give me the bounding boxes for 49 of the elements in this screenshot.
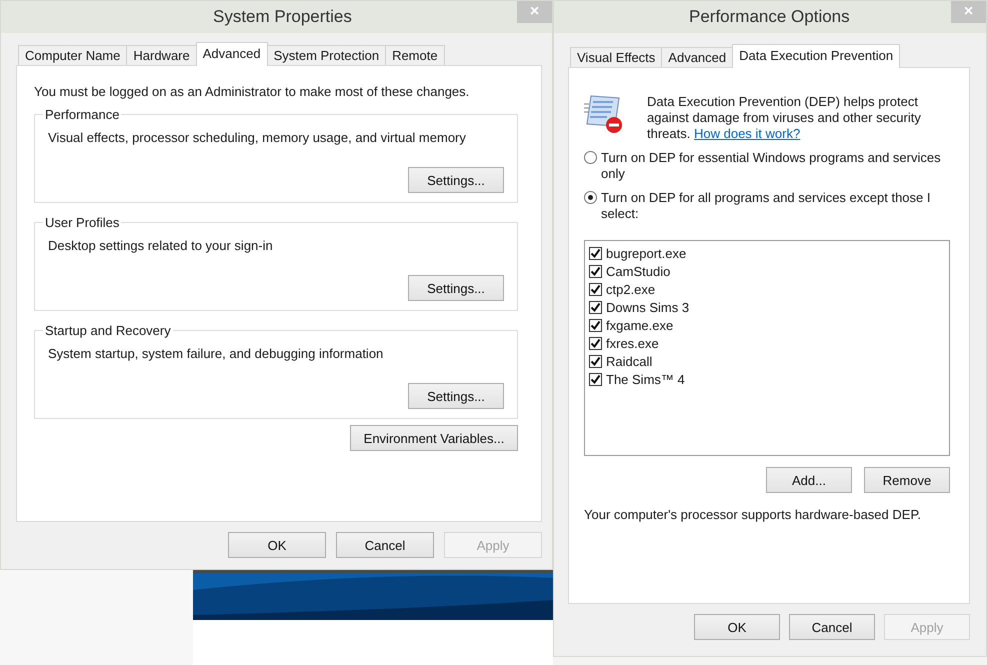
checkbox[interactable]	[589, 354, 602, 368]
checkbox[interactable]	[589, 336, 602, 350]
radio-label: Turn on DEP for essential Windows programs and services only	[601, 150, 941, 182]
dialog-button[interactable]: Cancel	[336, 532, 434, 558]
checkbox[interactable]	[589, 318, 602, 332]
tab[interactable]: Remote	[385, 45, 445, 65]
settings-button[interactable]: Settings...	[408, 167, 504, 193]
tab[interactable]: Advanced	[196, 42, 268, 66]
tab[interactable]: Computer Name	[18, 45, 128, 65]
list-button[interactable]: Remove	[864, 467, 950, 493]
checkbox[interactable]	[589, 246, 602, 260]
tab[interactable]: System Protection	[266, 45, 386, 65]
tab[interactable]: Data Execution Prevention	[732, 44, 900, 68]
group-title: Performance	[44, 107, 120, 122]
group-description: Desktop settings related to your sign-in	[48, 238, 274, 253]
list-button[interactable]: Add...	[766, 467, 852, 493]
program-name: bugreport.exe	[606, 246, 686, 260]
dep-description: Data Execution Prevention (DEP) helps protect against damage from viruses and other security threats. How does it work?	[647, 94, 922, 142]
dialog-button[interactable]: Cancel	[789, 614, 875, 640]
program-name: fxres.exe	[606, 336, 659, 350]
checkbox[interactable]	[589, 300, 602, 314]
settings-button[interactable]: Settings...	[408, 383, 504, 409]
checkbox[interactable]	[589, 372, 602, 386]
program-name: The Sims™ 4	[606, 372, 685, 386]
support-note: Your computer's processor supports hardware-based DEP.	[584, 507, 922, 522]
radio-button[interactable]	[584, 191, 597, 204]
admin-notice: You must be logged on as an Administrator to make most of these changes.	[34, 84, 470, 99]
group-description: System startup, system failure, and debugging information	[48, 346, 384, 361]
group-description: Visual effects, processor scheduling, memory usage, and virtual memory	[48, 130, 467, 145]
window-title: Performance Options	[689, 7, 850, 27]
radio-button[interactable]	[584, 151, 597, 164]
document-block-icon	[583, 94, 625, 134]
program-name: fxgame.exe	[606, 318, 674, 332]
dialog-button[interactable]: OK	[228, 532, 326, 558]
tab[interactable]: Visual Effects	[570, 47, 662, 67]
radio-label: Turn on DEP for all programs and services except those I select:	[601, 190, 932, 222]
settings-button[interactable]: Settings...	[408, 275, 504, 301]
program-name: CamStudio	[606, 264, 670, 278]
group-title: Startup and Recovery	[44, 323, 172, 338]
environment-variables-button[interactable]: Environment Variables...	[350, 425, 518, 451]
help-link[interactable]: How does it work?	[694, 126, 800, 141]
program-name: Downs Sims 3	[606, 300, 690, 314]
dialog-button[interactable]: OK	[694, 614, 780, 640]
checkbox[interactable]	[589, 282, 602, 296]
window-title: System Properties	[213, 7, 352, 27]
checkbox[interactable]	[589, 264, 602, 278]
group-title: User Profiles	[44, 215, 120, 230]
program-name: Raidcall	[606, 354, 652, 368]
program-name: ctp2.exe	[606, 282, 656, 296]
